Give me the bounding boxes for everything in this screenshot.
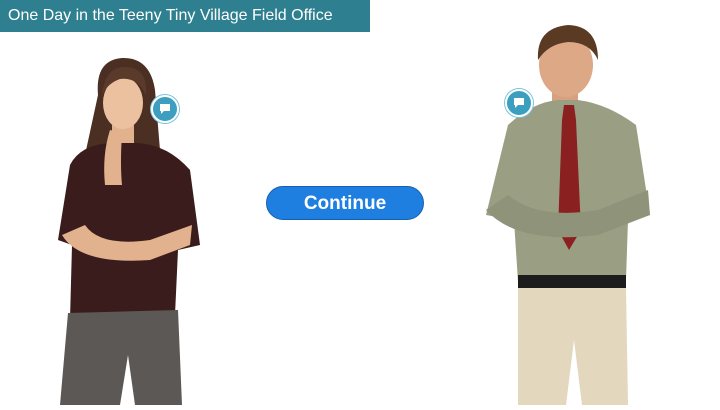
man-figure [478,20,658,405]
speech-bubble-icon[interactable] [151,95,179,123]
page-title: One Day in the Teeny Tiny Village Field … [0,0,370,32]
continue-button[interactable]: Continue [266,186,424,220]
speech-bubble-icon[interactable] [505,89,533,117]
woman-figure [50,55,210,405]
